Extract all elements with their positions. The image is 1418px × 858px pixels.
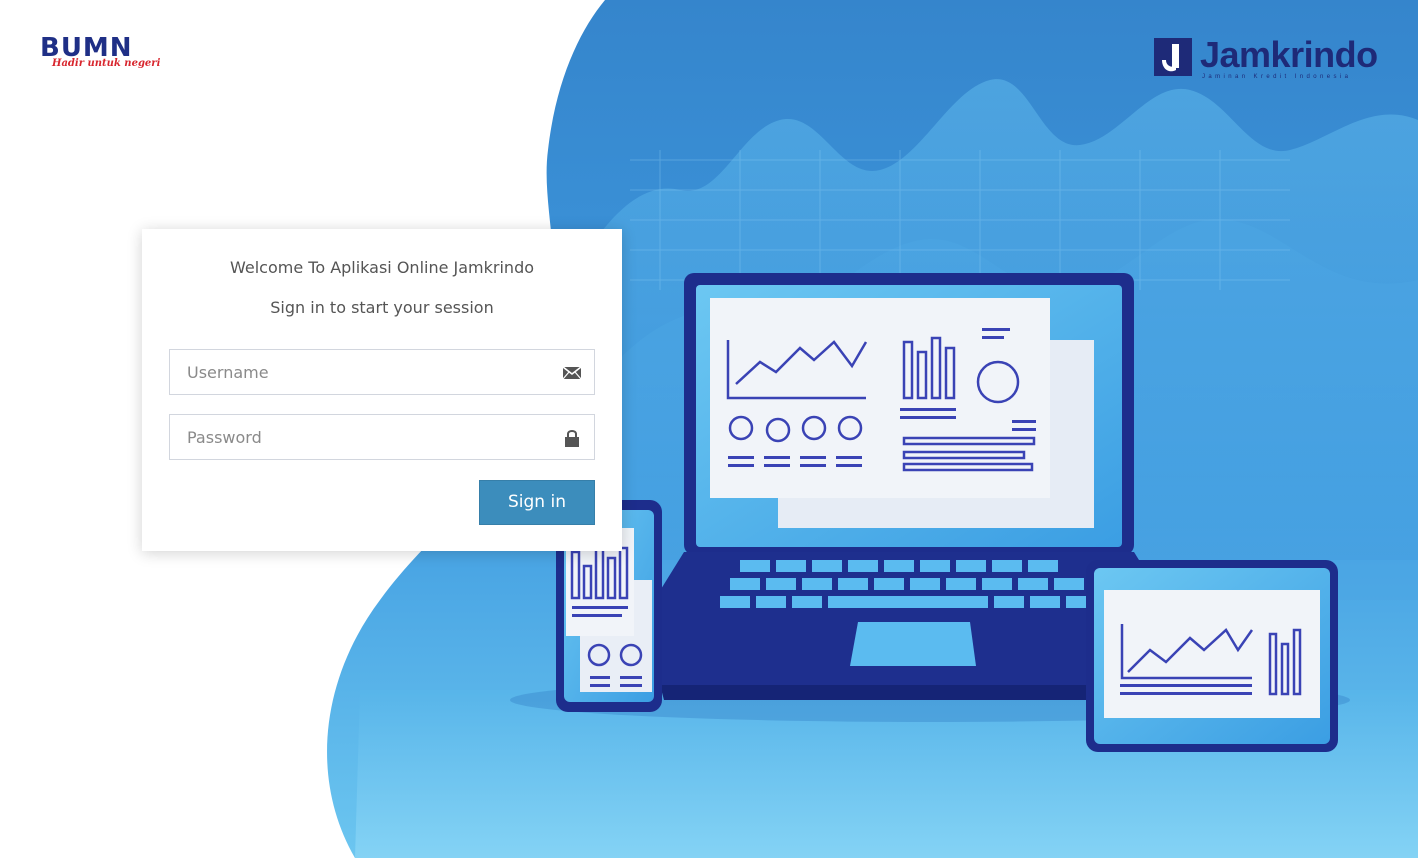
username-input[interactable] [170, 350, 557, 394]
envelope-icon [562, 363, 582, 383]
password-input[interactable] [170, 415, 557, 459]
sign-in-button[interactable]: Sign in [479, 480, 595, 525]
jamkrindo-logo-icon [1154, 38, 1192, 76]
bumn-logo: BUMN Hadir untuk negeri [40, 34, 180, 84]
welcome-heading: Welcome To Aplikasi Online Jamkrindo [229, 258, 535, 277]
username-field [169, 349, 595, 395]
login-subtitle: Sign in to start your session [270, 298, 494, 317]
tablet-illustration [1086, 560, 1338, 752]
bumn-tagline: Hadir untuk negeri [52, 58, 161, 69]
jamkrindo-logo: Jamkrindo Jaminan Kredit Indonesia [1154, 36, 1394, 86]
login-card: Welcome To Aplikasi Online Jamkrindo Sig… [142, 229, 622, 551]
password-field [169, 414, 595, 460]
jamkrindo-logo-text: Jamkrindo [1200, 34, 1378, 75]
lock-icon [562, 428, 582, 448]
jamkrindo-subtitle: Jaminan Kredit Indonesia [1202, 74, 1352, 80]
